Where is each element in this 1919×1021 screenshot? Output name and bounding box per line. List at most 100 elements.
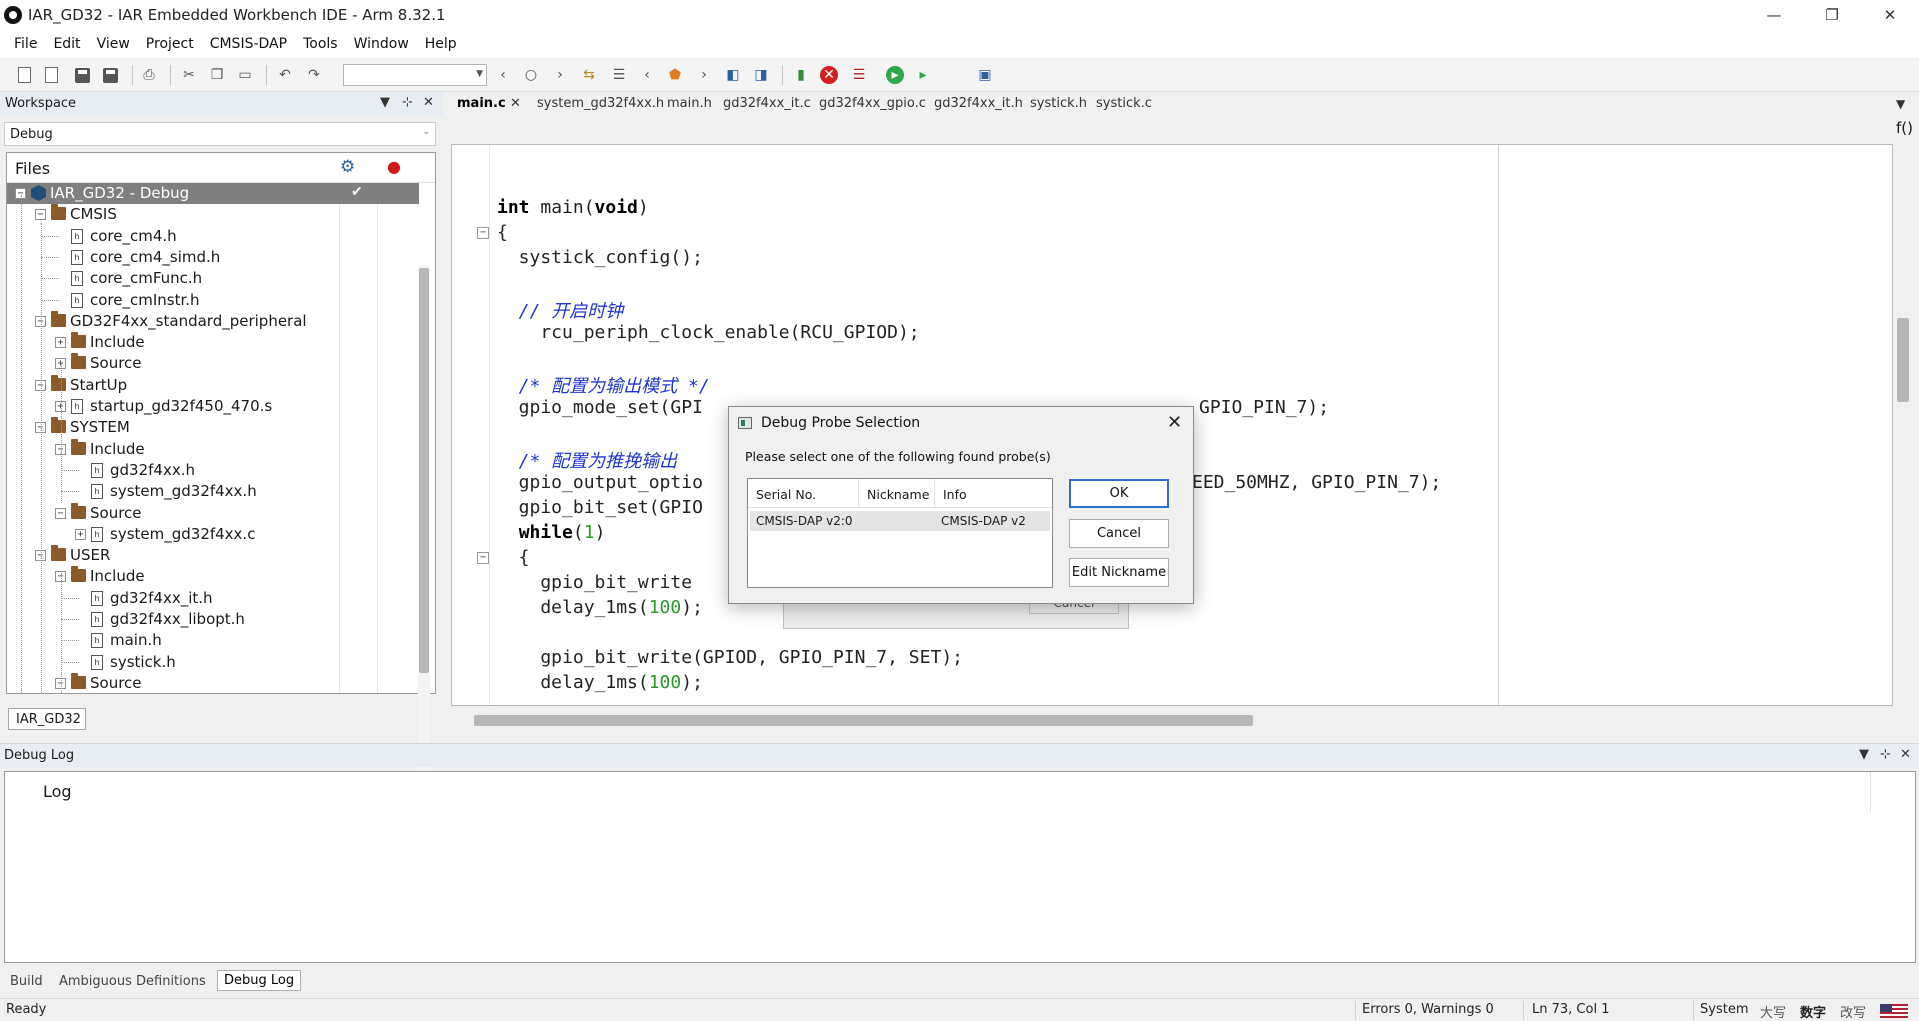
pin-icon[interactable]: ⊹ [402,95,413,110]
redo-icon[interactable]: ↷ [305,66,323,84]
minimize-button[interactable]: — [1745,0,1803,30]
stop-build-icon[interactable]: ✕ [820,66,838,84]
menu-edit[interactable]: Edit [45,36,88,52]
find-next-icon[interactable]: › [551,66,569,84]
copy-icon[interactable]: ❐ [208,66,226,84]
ok-button[interactable]: OK [1069,479,1169,508]
cut-icon[interactable]: ✂ [180,66,198,84]
pin-icon[interactable]: ⊹ [1880,747,1891,762]
tree-folder[interactable]: − StartUp [7,374,419,396]
tab-gd32f4xx-it-c[interactable]: gd32f4xx_it.c [723,96,811,111]
expand-icon[interactable]: + [55,337,66,349]
probe-list[interactable]: Serial No. Nickname Info CMSIS-DAP v2:0 … [747,478,1053,588]
collapse-icon[interactable]: − [55,507,66,519]
tree-file[interactable]: + h startup_gd32f450_470.s [7,396,419,417]
replace-icon[interactable]: ⇆ [580,66,598,84]
toggle-breakpoint-icon[interactable]: ☰ [850,66,868,84]
tree-file[interactable]: h main.h [7,630,419,651]
fold-toggle[interactable]: − [477,552,489,564]
tree-file[interactable]: h systick.h [7,652,419,673]
tree-file[interactable]: h gd32f4xx_it.h [7,588,419,609]
tab-main-h[interactable]: main.h [667,96,712,111]
tree-folder[interactable]: − CMSIS [7,204,419,225]
go-to-line-icon[interactable]: ☰ [610,66,628,84]
function-navigator-icon[interactable]: f() [1896,119,1913,137]
tree-folder[interactable]: − SYSTEM [7,417,419,438]
tab-ambiguous-definitions[interactable]: Ambiguous Definitions [53,972,212,991]
menu-cmsis-dap[interactable]: CMSIS-DAP [202,36,295,52]
gear-icon[interactable]: ⚙ [340,157,355,177]
tab-main-c[interactable]: main.c [457,96,506,111]
menu-view[interactable]: View [89,36,138,52]
open-file-icon[interactable] [45,67,58,83]
tree-file[interactable]: h system_gd32f4xx.h [7,481,419,502]
tree-folder[interactable]: − Source [7,672,419,693]
print-icon[interactable]: ⎙ [140,66,158,84]
debug-without-download-icon[interactable]: ▸ [914,66,932,84]
close-window-button[interactable]: ✕ [1861,0,1919,30]
navigate-backward-icon[interactable]: ◧ [724,66,742,84]
tree-folder[interactable]: − Source [7,502,419,524]
debug-log-view[interactable]: Log [4,771,1916,963]
column-header-info[interactable]: Info [935,479,1052,508]
nav-back-icon[interactable]: ‹ [494,66,512,84]
tab-debug-log[interactable]: Debug Log [217,970,302,991]
menu-file[interactable]: File [6,36,45,52]
navigate-forward-icon[interactable]: ◨ [752,66,770,84]
panel-close-icon[interactable]: ✕ [423,95,434,110]
compile-icon[interactable]: ▮ [792,66,810,84]
panel-menu-icon[interactable]: ▼ [380,95,390,110]
tabs-dropdown-icon[interactable]: ▼ [1896,97,1905,111]
tree-file[interactable]: h core_cmFunc.h [7,268,419,289]
menu-help[interactable]: Help [417,36,465,52]
save-icon[interactable] [75,68,90,83]
workspace-tab[interactable]: IAR_GD32 [8,708,86,730]
tree-file[interactable]: h core_cm4_simd.h [7,247,419,268]
tree-file[interactable]: + h system_gd32f4xx.c [7,524,419,545]
make-and-restart-icon[interactable]: ▣ [976,66,994,84]
edit-nickname-button[interactable]: Edit Nickname [1069,558,1169,587]
toggle-bookmark-icon[interactable]: ⬟ [666,66,684,84]
expand-icon[interactable]: + [75,528,86,540]
workspace-scrollbar-thumb[interactable] [419,268,429,673]
tab-gd32f4xx-gpio-c[interactable]: gd32f4xx_gpio.c [819,96,926,111]
find-icon[interactable]: ○ [522,66,540,84]
dialog-close-button[interactable]: ✕ [1167,412,1182,433]
paste-icon[interactable]: ▭ [236,66,254,84]
tree-folder[interactable]: − GD32F4xx_standard_peripheral [7,310,419,332]
tab-systick-h[interactable]: systick.h [1030,96,1087,111]
tab-systick-c[interactable]: systick.c [1096,96,1152,111]
tree-folder[interactable]: − Include [7,566,419,587]
panel-close-icon[interactable]: ✕ [1900,747,1911,762]
tab-system-gd32f4xx-h[interactable]: system_gd32f4xx.h [537,96,664,111]
tree-folder[interactable]: − USER [7,545,419,566]
panel-menu-icon[interactable]: ▼ [1859,747,1869,762]
tree-file[interactable]: h core_cmInstr.h [7,290,419,311]
menu-project[interactable]: Project [138,36,202,52]
cancel-button[interactable]: Cancel [1069,519,1169,548]
tree-folder[interactable]: + Source [7,353,419,374]
tab-close-icon[interactable]: ✕ [510,96,521,111]
tree-file[interactable]: h core_cm4.h [7,226,419,247]
previous-bookmark-icon[interactable]: ‹ [638,66,656,84]
tree-file[interactable]: h gd32f4xx_libopt.h [7,609,419,630]
tree-file[interactable]: h gd32f4xx.h [7,460,419,481]
save-all-icon[interactable] [103,68,118,83]
tree-project[interactable]: − IAR_GD32 - Debug ✔ [7,183,419,204]
fold-toggle[interactable]: − [477,227,489,239]
menu-window[interactable]: Window [346,36,417,52]
tab-build[interactable]: Build [4,972,49,991]
menu-tools[interactable]: Tools [295,36,346,52]
column-header-serial[interactable]: Serial No. [748,479,859,508]
configuration-select[interactable]: Debug ⌄ [4,122,436,146]
download-and-debug-icon[interactable]: ▸ [886,66,904,84]
next-bookmark-icon[interactable]: › [695,66,713,84]
column-header-nickname[interactable]: Nickname [859,479,935,508]
tree-folder[interactable]: − Include [7,438,419,460]
restore-button[interactable]: ❐ [1803,0,1861,30]
probe-row[interactable]: CMSIS-DAP v2:0 CMSIS-DAP v2 [750,511,1050,531]
tab-gd32f4xx-it-h[interactable]: gd32f4xx_it.h [934,96,1023,111]
editor-horizontal-scrollbar[interactable] [474,715,1253,726]
undo-icon[interactable]: ↶ [276,66,294,84]
editor-vertical-scrollbar[interactable] [1897,318,1909,402]
